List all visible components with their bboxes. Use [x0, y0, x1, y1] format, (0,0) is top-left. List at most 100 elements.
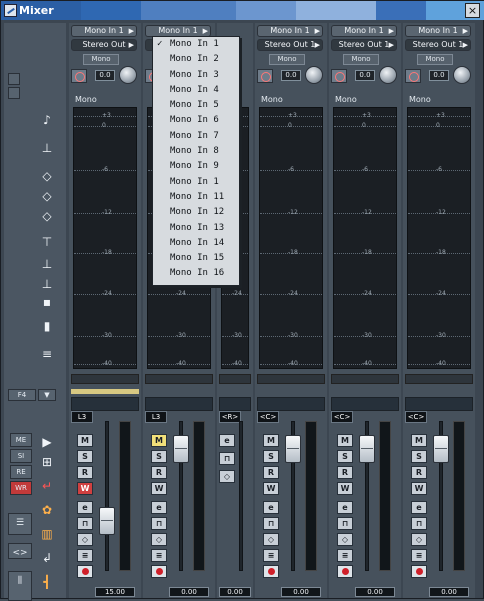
- strip-e-button[interactable]: e: [337, 501, 353, 514]
- output-select[interactable]: Stereo Out 1 ▶: [331, 39, 397, 51]
- volume-fader[interactable]: [285, 435, 301, 463]
- strip-button[interactable]: ⊓: [219, 452, 235, 465]
- strip-w-button[interactable]: W: [411, 482, 427, 495]
- dropdown-item[interactable]: Mono In 3: [153, 68, 239, 83]
- speaker-select[interactable]: [219, 374, 251, 384]
- dropdown-item[interactable]: Mono In 7: [153, 129, 239, 144]
- phase-button[interactable]: [257, 69, 273, 83]
- strip-r-button[interactable]: R: [411, 466, 427, 479]
- preset-label[interactable]: Mono: [343, 54, 379, 65]
- strip-eq-button[interactable]: ◇: [151, 533, 167, 546]
- input-dropdown-menu[interactable]: ✓ Mono In 1 Mono In 2 Mono In 3 Mono In 4 Mon…: [152, 36, 240, 286]
- strip-w-button[interactable]: W: [151, 482, 167, 495]
- output-select[interactable]: Stereo Out 1 ▶: [405, 39, 471, 51]
- input-select[interactable]: Mono In 1 ▶: [331, 25, 397, 37]
- volume-readout[interactable]: 0.00: [169, 587, 209, 597]
- close-button[interactable]: ×: [465, 3, 480, 18]
- dropdown-item[interactable]: ✓ Mono In 1: [153, 37, 239, 52]
- output-select[interactable]: Stereo Out 1 ▶: [257, 39, 323, 51]
- output-select[interactable]: Stereo Out ▶: [71, 39, 137, 51]
- speaker-select[interactable]: [145, 374, 213, 384]
- strip-r-button[interactable]: R: [263, 466, 279, 479]
- strip-ins-button[interactable]: ⊓: [77, 517, 93, 530]
- strip-e-button[interactable]: e: [263, 501, 279, 514]
- global-si-button[interactable]: SI: [10, 449, 32, 463]
- strip-send-button[interactable]: ≡: [151, 549, 167, 562]
- strip-r-button[interactable]: R: [337, 466, 353, 479]
- solo-icon[interactable]: ⊞: [40, 455, 54, 469]
- dropdown-item[interactable]: Mono In 1: [153, 175, 239, 190]
- send-slot[interactable]: [257, 397, 325, 411]
- channel-label[interactable]: <C>: [331, 411, 353, 423]
- send-icon[interactable]: ↲: [40, 551, 54, 565]
- fader-menu-b[interactable]: ▼: [38, 389, 56, 401]
- dropdown-item[interactable]: Mono In 5: [153, 98, 239, 113]
- global-wr-button[interactable]: WR: [10, 481, 32, 495]
- volume-fader[interactable]: [173, 435, 189, 463]
- send-slot[interactable]: [145, 397, 213, 411]
- preset-label[interactable]: Mono: [269, 54, 305, 65]
- trim-knob[interactable]: [379, 66, 397, 84]
- channel-label[interactable]: L3: [71, 411, 93, 423]
- strip-send-button[interactable]: ≡: [77, 549, 93, 562]
- strip-m-button[interactable]: M: [411, 434, 427, 447]
- columns-button[interactable]: ⫼: [8, 571, 32, 601]
- strip-button[interactable]: ◇: [219, 470, 235, 483]
- dropdown-item[interactable]: Mono In 9: [153, 159, 239, 174]
- preset-label[interactable]: Mono: [417, 54, 453, 65]
- strip-m-button[interactable]: M: [337, 434, 353, 447]
- view-toggle-b[interactable]: [8, 87, 20, 99]
- tree-icon[interactable]: ⊤: [40, 235, 54, 249]
- gain-field[interactable]: 0.0: [355, 70, 375, 81]
- square-icon[interactable]: ▪: [40, 295, 54, 309]
- dropdown-item[interactable]: Mono In 11: [153, 190, 239, 205]
- split-icon[interactable]: ⊥: [40, 257, 54, 271]
- input-select[interactable]: Mono In 1 ▶: [405, 25, 471, 37]
- strip-s-button[interactable]: S: [263, 450, 279, 463]
- dropdown-item[interactable]: Mono In 15: [153, 251, 239, 266]
- dropdown-item[interactable]: Mono In 6: [153, 113, 239, 128]
- strip-ins-button[interactable]: ⊓: [337, 517, 353, 530]
- dropdown-item[interactable]: Mono In 16: [153, 266, 239, 281]
- send-slot[interactable]: [219, 397, 251, 411]
- diamond-c-icon[interactable]: ◇: [40, 209, 54, 223]
- preset-label[interactable]: Mono: [83, 54, 119, 65]
- volume-readout[interactable]: 0.00: [355, 587, 395, 597]
- strip-s-button[interactable]: S: [337, 450, 353, 463]
- strip-eq-button[interactable]: ◇: [337, 533, 353, 546]
- channel-label[interactable]: <R>: [219, 411, 241, 423]
- strip-send-button[interactable]: ≡: [411, 549, 427, 562]
- strip-w-button[interactable]: W: [337, 482, 353, 495]
- monitor-button[interactable]: [411, 565, 427, 578]
- gain-field[interactable]: 0.0: [281, 70, 301, 81]
- monitor-button[interactable]: [263, 565, 279, 578]
- volume-readout[interactable]: 0.00: [281, 587, 321, 597]
- title-bar[interactable]: [1, 1, 484, 20]
- dropdown-item[interactable]: Mono In 14: [153, 236, 239, 251]
- strip-e-button[interactable]: e: [151, 501, 167, 514]
- gain-field[interactable]: 0.0: [95, 70, 115, 81]
- diamond-icon[interactable]: ◇: [40, 169, 54, 183]
- gain-field[interactable]: 0.0: [429, 70, 449, 81]
- monitor-button[interactable]: [151, 565, 167, 578]
- strip-m-button[interactable]: M: [151, 434, 167, 447]
- view-toggle[interactable]: [8, 73, 20, 85]
- strip-ins-button[interactable]: ⊓: [263, 517, 279, 530]
- strip-ins-button[interactable]: ⊓: [411, 517, 427, 530]
- insert-icon[interactable]: ♪: [40, 113, 54, 127]
- strip-w-button[interactable]: W: [263, 482, 279, 495]
- diamond-b-icon[interactable]: ◇: [40, 189, 54, 203]
- global-me-button[interactable]: ME: [10, 433, 32, 447]
- monitor-button[interactable]: [77, 565, 93, 578]
- strip-send-button[interactable]: ≡: [263, 549, 279, 562]
- dropdown-item[interactable]: Mono In 12: [153, 205, 239, 220]
- speaker-select[interactable]: [405, 374, 473, 384]
- strip-eq-button[interactable]: ◇: [77, 533, 93, 546]
- route-icon[interactable]: ⊥: [40, 141, 54, 155]
- list-button[interactable]: ☰: [8, 513, 32, 535]
- phase-button[interactable]: [405, 69, 421, 83]
- trim-knob[interactable]: [453, 66, 471, 84]
- strip-r-button[interactable]: R: [77, 466, 93, 479]
- midi-icon[interactable]: ▥: [40, 527, 54, 541]
- volume-fader[interactable]: [99, 507, 115, 535]
